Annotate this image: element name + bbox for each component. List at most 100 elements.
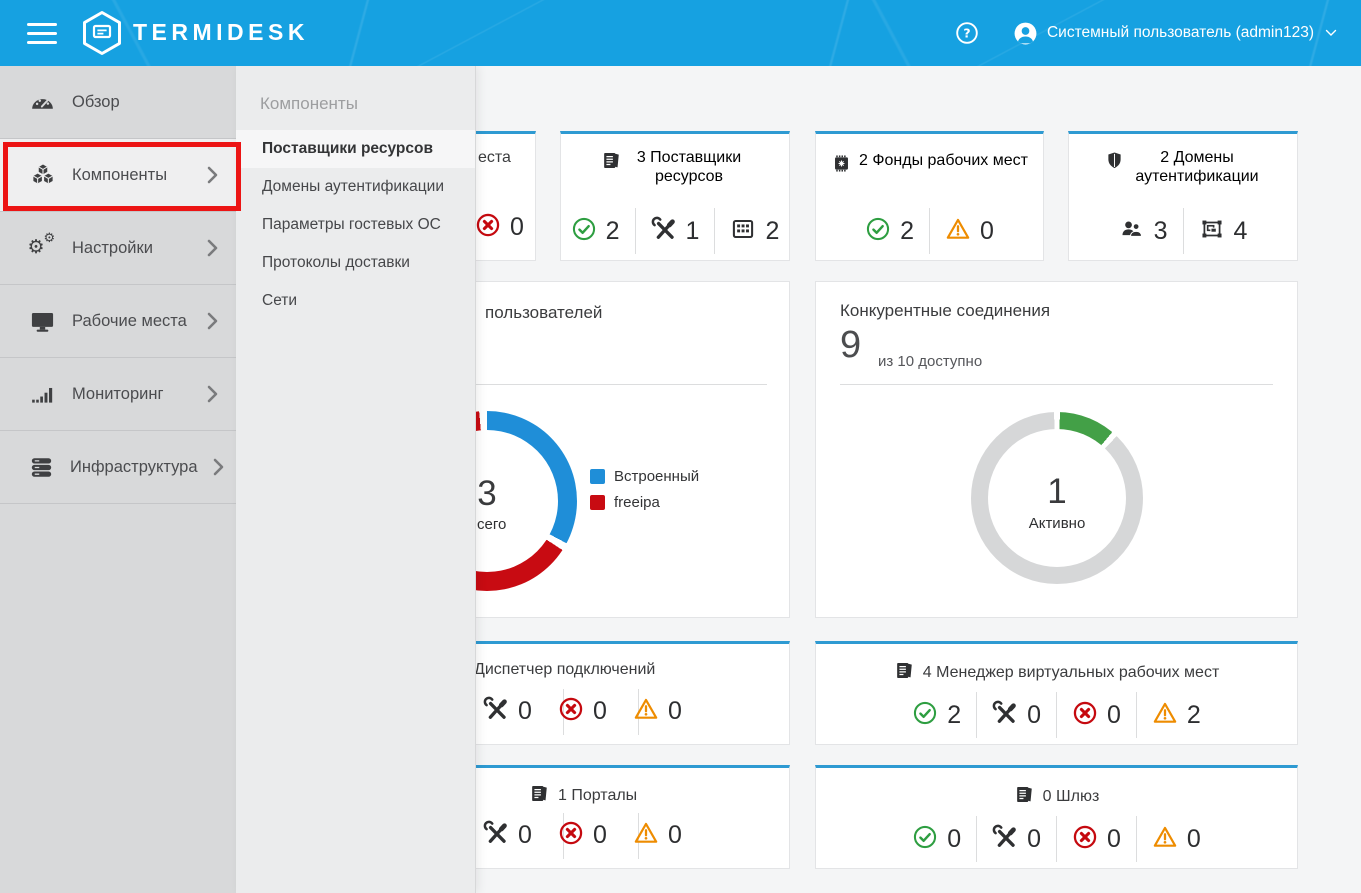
divider xyxy=(976,692,977,738)
card-auth-domains: 2 Домены аутентификации 3 4 xyxy=(1068,131,1298,261)
stat-maintenance: 0 xyxy=(992,822,1041,856)
help-icon[interactable]: ? xyxy=(955,21,979,45)
sidebar-item-infrastructure[interactable]: Инфраструктура xyxy=(0,431,236,504)
chart-legend: Встроенный freeipa xyxy=(590,468,699,511)
chevron-down-icon xyxy=(1325,29,1337,37)
submenu-item-networks[interactable]: Сети xyxy=(236,282,475,320)
legend-swatch-red xyxy=(590,495,605,510)
sidebar: Обзор Компоненты ⚙⚙ Настройки Рабочие ме… xyxy=(0,66,236,893)
divider xyxy=(976,816,977,862)
sidebar-item-monitoring[interactable]: Мониторинг xyxy=(0,358,236,431)
sidebar-item-label: Обзор xyxy=(72,93,120,112)
card-title: 1 Порталы xyxy=(529,783,637,809)
divider xyxy=(929,208,930,254)
legend-item: freeipa xyxy=(590,494,699,511)
available-caption: из 10 доступно xyxy=(878,353,982,370)
stat-maintenance: 0 xyxy=(483,694,532,728)
stat-errors: 0 xyxy=(558,694,607,728)
sidebar-item-label: Мониторинг xyxy=(72,385,164,404)
warning-icon xyxy=(945,216,971,247)
termidesk-logo-icon xyxy=(81,10,123,61)
document-icon xyxy=(1014,784,1035,810)
card-title: 2 Фонды рабочих мест xyxy=(816,152,1043,179)
error-icon xyxy=(1072,824,1098,855)
sidebar-item-label: Настройки xyxy=(72,239,153,258)
sidebar-item-label: Рабочие места xyxy=(72,312,187,331)
warning-icon xyxy=(633,696,659,727)
stat-warnings: 0 xyxy=(1152,822,1201,856)
card-title-fragment: Диспетчер подключений xyxy=(474,661,655,679)
chevron-right-icon xyxy=(207,385,218,403)
card-title-fragment: еста xyxy=(478,149,511,167)
ok-icon xyxy=(865,216,891,247)
submenu-item-delivery-protocols[interactable]: Протоколы доставки xyxy=(236,244,475,282)
card-title-fragment: пользователей xyxy=(485,303,602,323)
divider xyxy=(1056,816,1057,862)
components-submenu: Компоненты Поставщики ресурсов Домены ау… xyxy=(236,66,476,893)
avatar-icon xyxy=(1013,21,1038,46)
legend-item: Встроенный xyxy=(590,468,699,485)
divider xyxy=(1183,208,1184,254)
sidebar-item-components[interactable]: Компоненты xyxy=(0,139,236,212)
submenu-title: Компоненты xyxy=(236,66,475,130)
gauge-center-value: 1 xyxy=(1027,472,1087,512)
desktop-icon xyxy=(28,308,57,335)
ok-icon xyxy=(912,700,938,731)
tools-icon xyxy=(651,216,677,247)
stat-warnings: 0 xyxy=(633,694,682,728)
document-icon xyxy=(529,783,550,809)
stat-users: 3 xyxy=(1119,214,1168,248)
ok-icon xyxy=(571,216,597,247)
stat-ok: 2 xyxy=(912,698,961,732)
tools-icon xyxy=(992,700,1018,731)
gauge-icon xyxy=(28,89,57,116)
stat-ok: 2 xyxy=(571,214,620,248)
warning-icon xyxy=(1152,824,1178,855)
card-gateway: 0 Шлюз 0 0 0 0 xyxy=(815,765,1298,869)
menu-icon[interactable] xyxy=(27,23,57,44)
available-value: 9 xyxy=(840,324,861,367)
error-icon xyxy=(558,696,584,727)
sidebar-item-workplaces[interactable]: Рабочие места xyxy=(0,285,236,358)
stat-errors: 0 xyxy=(1072,698,1121,732)
chevron-right-icon xyxy=(213,458,224,476)
sidebar-item-overview[interactable]: Обзор xyxy=(0,66,236,139)
legend-swatch-blue xyxy=(590,469,605,484)
divider xyxy=(1136,816,1137,862)
user-menu[interactable]: Системный пользователь (admin123) xyxy=(1013,21,1337,46)
card-resource-providers: 3 Поставщики ресурсов 2 1 2 xyxy=(560,131,790,261)
card-title: 2 Домены аутентификации xyxy=(1069,149,1297,187)
warning-icon xyxy=(1152,700,1178,731)
svg-text:?: ? xyxy=(963,25,970,40)
card-vdi-manager: 4 Менеджер виртуальных рабочих мест 2 0 … xyxy=(815,641,1298,745)
submenu-item-auth-domains[interactable]: Домены аутентификации xyxy=(236,168,475,206)
stat-warnings: 0 xyxy=(633,818,682,852)
sidebar-item-settings[interactable]: ⚙⚙ Настройки xyxy=(0,212,236,285)
stat-warnings: 0 xyxy=(945,214,994,248)
users-icon xyxy=(1119,216,1145,247)
document-icon xyxy=(894,660,915,686)
submenu-item-guest-os[interactable]: Параметры гостевых ОС xyxy=(236,206,475,244)
warning-icon xyxy=(633,820,659,851)
stat-maintenance: 1 xyxy=(651,214,700,248)
stat-ok: 2 xyxy=(865,214,914,248)
object-group-icon xyxy=(1199,216,1225,247)
card-workplace-pools: 2 Фонды рабочих мест 2 0 xyxy=(815,131,1044,261)
ok-icon xyxy=(912,824,938,855)
chip-icon xyxy=(831,153,852,179)
error-icon xyxy=(558,820,584,851)
chevron-right-icon xyxy=(207,312,218,330)
tools-icon xyxy=(483,696,509,727)
error-icon xyxy=(1072,700,1098,731)
card-title: 4 Менеджер виртуальных рабочих мест xyxy=(816,660,1297,686)
sidebar-item-label: Компоненты xyxy=(72,166,167,185)
shield-icon xyxy=(1104,150,1125,176)
brand-title: TERMIDESK xyxy=(133,19,309,46)
submenu-item-resource-providers[interactable]: Поставщики ресурсов xyxy=(236,130,475,168)
gears-icon: ⚙⚙ xyxy=(28,235,57,261)
tools-icon xyxy=(992,824,1018,855)
stat-errors: 0 xyxy=(558,818,607,852)
grid-icon xyxy=(730,216,756,247)
error-icon xyxy=(475,212,501,243)
document-icon xyxy=(601,150,622,176)
